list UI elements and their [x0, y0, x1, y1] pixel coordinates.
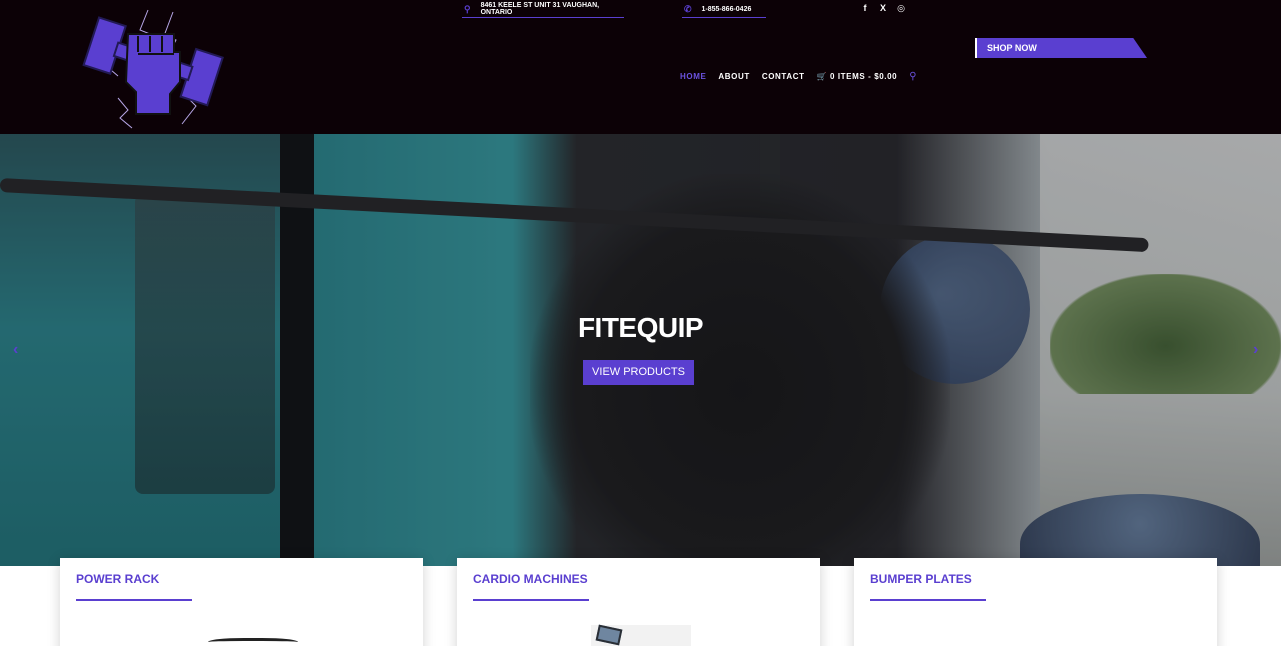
cart-icon: 🛒 — [816, 72, 828, 81]
cart-summary: 0 ITEMS - $0.00 — [829, 72, 898, 81]
hero-overlay — [0, 134, 1281, 566]
phone-icon: ✆ — [684, 3, 692, 14]
map-pin-icon: ⚲ — [464, 3, 471, 14]
social-links: f X ◎ — [860, 3, 906, 14]
nav-home[interactable]: HOME — [680, 72, 706, 81]
shop-now-button[interactable]: SHOP NOW — [975, 38, 1147, 58]
category-card-power-rack[interactable]: POWER RACK — [60, 558, 423, 646]
hero-title: FITEQUIP — [577, 312, 704, 343]
main-nav: HOME ABOUT CONTACT 🛒 0 ITEMS - $0.00 ⚲ — [680, 71, 917, 82]
card-title-underline — [473, 599, 589, 601]
site-header: ⚲ 8461 KEELE ST UNIT 31 VAUGHAN, ONTARIO… — [0, 0, 1281, 134]
nav-contact[interactable]: CONTACT — [762, 72, 805, 81]
card-title[interactable]: POWER RACK — [76, 572, 159, 586]
nav-cart[interactable]: 🛒 0 ITEMS - $0.00 — [817, 72, 898, 81]
card-title[interactable]: CARDIO MACHINES — [473, 572, 588, 586]
fist-dumbbell-logo[interactable] — [78, 6, 224, 130]
search-icon[interactable]: ⚲ — [909, 71, 917, 82]
slider-prev-arrow-icon[interactable]: ‹ — [13, 341, 18, 359]
slider-next-arrow-icon[interactable]: › — [1253, 341, 1258, 359]
instagram-icon[interactable]: ◎ — [896, 3, 906, 14]
machine-screen — [595, 624, 623, 646]
hero-slider: FITEQUIP VIEW PRODUCTS ‹ › — [0, 134, 1281, 566]
address-text: 8461 KEELE ST UNIT 31 VAUGHAN, ONTARIO — [480, 2, 600, 16]
category-card-bumper-plates[interactable]: BUMPER PLATES — [854, 558, 1217, 646]
card-title-underline — [870, 599, 986, 601]
facebook-icon[interactable]: f — [860, 3, 870, 14]
x-twitter-icon[interactable]: X — [878, 3, 888, 14]
view-products-button[interactable]: VIEW PRODUCTS — [583, 360, 694, 385]
nav-about[interactable]: ABOUT — [718, 72, 749, 81]
phone-text: 1-855-866-0426 — [701, 5, 752, 13]
card-title[interactable]: BUMPER PLATES — [870, 572, 972, 586]
card-title-underline — [76, 599, 192, 601]
power-rack-thumbnail[interactable] — [208, 638, 298, 646]
phone-link[interactable]: ✆ 1-855-866-0426 — [682, 2, 766, 18]
category-card-cardio-machines[interactable]: CARDIO MACHINES — [457, 558, 820, 646]
address-link[interactable]: ⚲ 8461 KEELE ST UNIT 31 VAUGHAN, ONTARIO — [462, 2, 624, 18]
cardio-machine-thumbnail[interactable] — [591, 624, 691, 646]
